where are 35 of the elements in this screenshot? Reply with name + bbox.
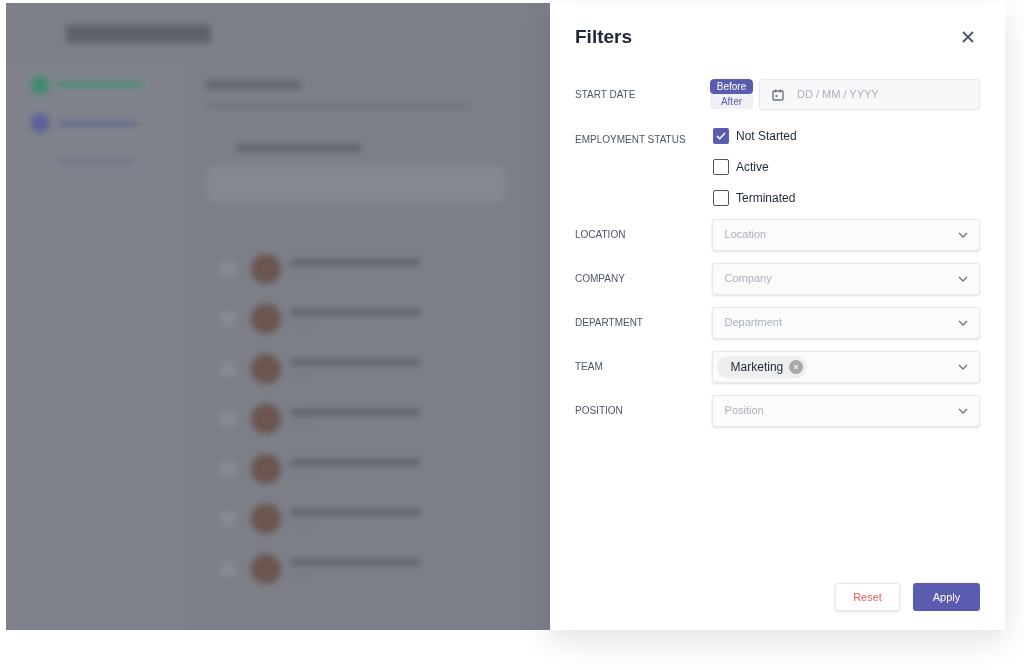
field-label: LOCATION [575, 228, 627, 242]
select-placeholder: Position [724, 403, 765, 419]
select-placeholder: Department [724, 315, 784, 331]
field-label: COMPANY [575, 272, 626, 286]
date-input[interactable]: DD / MM / YYYY [759, 78, 980, 110]
chevron-down-icon [958, 231, 968, 238]
checkbox-label: Terminated [736, 189, 796, 207]
chevron-down-icon [958, 319, 968, 326]
date-mode-toggle[interactable]: Before [709, 79, 753, 94]
select-placeholder: Company [724, 271, 773, 287]
select-field[interactable]: Location [711, 218, 980, 251]
field-label: POSITION [575, 404, 624, 418]
field-label: TEAM [575, 360, 604, 374]
apply-button[interactable]: Apply [913, 583, 980, 611]
checkbox-label: Active [736, 158, 769, 176]
field-label: START DATE [575, 87, 637, 102]
chip-label: Marketing [730, 358, 784, 376]
reset-button[interactable]: Reset [835, 583, 900, 611]
select-field[interactable]: Position [711, 394, 980, 427]
chevron-down-icon [958, 363, 968, 370]
chevron-down-icon [958, 407, 968, 414]
checkbox-label: Not Started [736, 127, 797, 145]
field-label: DEPARTMENT [575, 316, 644, 330]
select-field[interactable]: Department [711, 306, 980, 339]
date-mode-toggle[interactable]: After [709, 94, 753, 109]
chevron-down-icon [958, 275, 968, 282]
checkbox[interactable] [713, 158, 729, 175]
select-placeholder: Location [724, 227, 768, 243]
select-field[interactable]: Marketing [711, 350, 980, 383]
panel-title: Filters [575, 25, 633, 49]
checkbox[interactable] [713, 189, 729, 206]
checkbox[interactable] [713, 127, 729, 144]
checkmark-icon [716, 131, 726, 140]
field-label: EMPLOYMENT STATUS [575, 132, 687, 147]
select-field[interactable]: Company [711, 262, 980, 295]
